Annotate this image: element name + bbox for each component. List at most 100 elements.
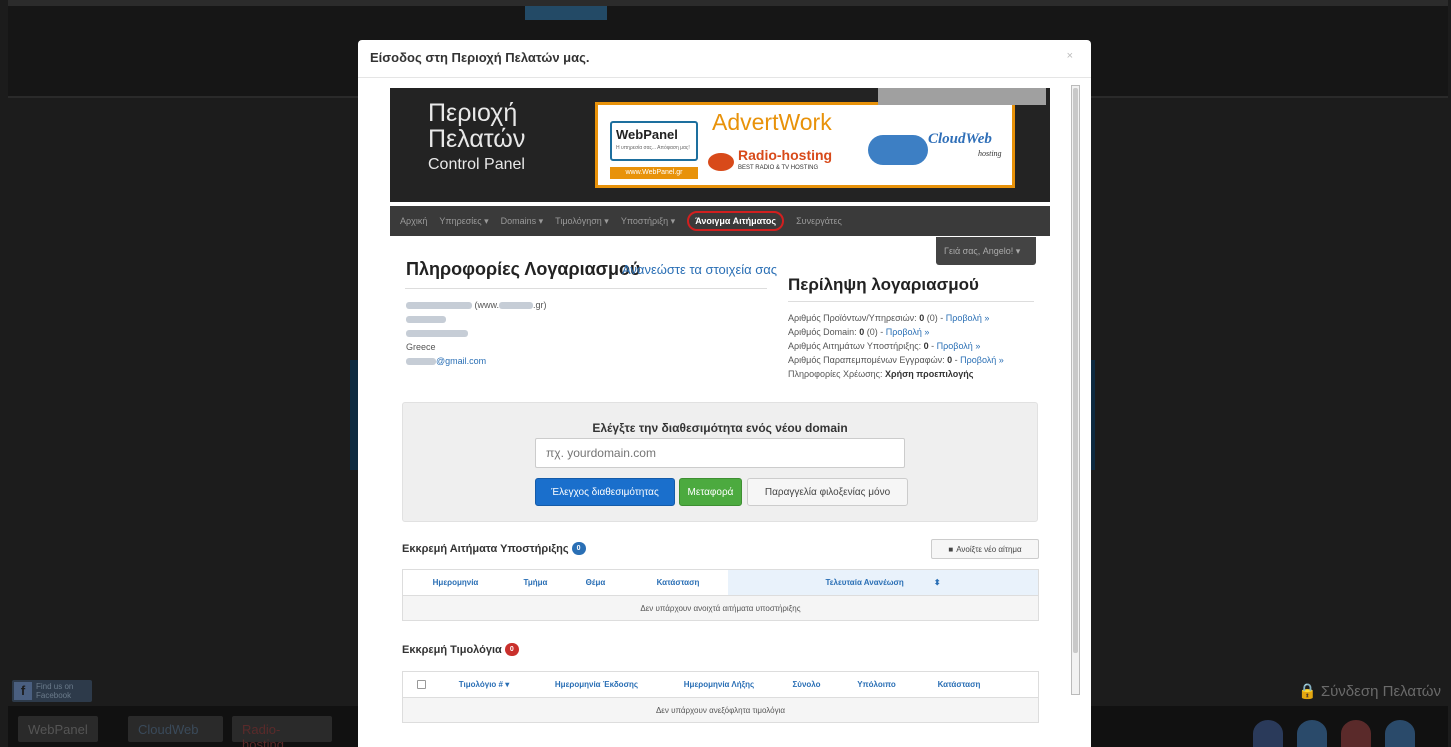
facebook-icon: f — [14, 682, 32, 700]
comment-icon: ■ — [948, 544, 954, 554]
close-icon[interactable]: × — [1067, 50, 1073, 62]
customer-login-link[interactable]: 🔒 Σύνδεση Πελατών — [1298, 682, 1441, 700]
view-tickets-link[interactable]: Προβολή » — [937, 341, 981, 351]
modal-scrollbar[interactable] — [1071, 85, 1080, 695]
invoices-table-header: Τιμολόγιο # ▾ Ημερομηνία Έκδοσης Ημερομη… — [403, 672, 1038, 698]
col-subject[interactable]: Θέμα — [563, 578, 628, 587]
summary-row-tickets: Αριθμός Αιτημάτων Υποστήριξης: 0 - Προβο… — [788, 341, 981, 351]
account-divider — [405, 288, 767, 289]
account-info-title: Πληροφορίες Λογαριασμού — [406, 259, 641, 279]
website-prefix: (www. — [474, 300, 500, 310]
invoices-count-badge: 0 — [504, 643, 519, 656]
summary-row-referrals: Αριθμός Παραπεμπομένων Εγγραφών: 0 - Προ… — [788, 355, 1004, 365]
background-accent — [525, 6, 607, 20]
col-status[interactable]: Κατάσταση — [628, 578, 728, 587]
account-summary-title: Περίληψη λογαριασμού — [788, 275, 979, 294]
client-area-banner: Περιοχή Πελατών Control Panel WebPanel Η… — [390, 88, 1050, 202]
tickets-count-badge: 0 — [571, 542, 586, 555]
domain-search-input[interactable] — [535, 438, 905, 468]
account-country: Greece — [406, 342, 436, 352]
account-address: (www. .gr) Greece @gmail.com — [406, 298, 547, 368]
scrollbar-thumb[interactable] — [1073, 88, 1078, 653]
col-total[interactable]: Σύνολο — [774, 680, 839, 689]
nav-domains[interactable]: Domains ▾ — [501, 216, 544, 227]
summary-row-billing: Πληροφορίες Χρέωσης: Χρήση προεπιλογής — [788, 369, 974, 379]
view-domains-link[interactable]: Προβολή » — [886, 327, 930, 337]
nav-home[interactable]: Αρχική — [400, 216, 427, 226]
col-department[interactable]: Τμήμα — [508, 578, 563, 587]
webpanel-logo: WebPanel Η υπηρεσία σας... Απόφαση μας! — [610, 121, 698, 161]
footer-logo-webpanel[interactable]: WebPanel — [18, 716, 98, 742]
invoices-empty-row: Δεν υπάρχουν ανεξόφλητα τιμολόγια — [403, 698, 1038, 722]
view-products-link[interactable]: Προβολή » — [946, 313, 990, 323]
sort-icon: ⬍ — [933, 578, 941, 587]
facebook-text-bottom: Facebook — [36, 691, 72, 700]
account-summary-list: Αριθμός Προϊόντων/Υπηρεσιών: 0 (0) - Προ… — [788, 311, 1004, 381]
google-plus-icon[interactable] — [1341, 720, 1371, 747]
redacted-city — [406, 330, 468, 338]
nav-billing[interactable]: Τιμολόγηση ▾ — [555, 216, 609, 227]
website-suffix: .gr) — [533, 300, 547, 310]
banner-grey-strip — [878, 88, 1046, 105]
modal-header: Είσοδος στη Περιοχή Πελατών μας. × — [358, 40, 1091, 78]
nav-open-ticket[interactable]: Άνοιγμα Αιτήματος — [687, 211, 785, 231]
modal-title: Είσοδος στη Περιοχή Πελατών μας. — [370, 50, 590, 65]
redacted-name — [406, 302, 472, 310]
facebook-icon[interactable] — [1253, 720, 1283, 747]
col-balance[interactable]: Υπόλοιπο — [839, 680, 914, 689]
select-all-checkbox[interactable] — [416, 680, 426, 689]
cloudweb-logo: CloudWeb — [928, 131, 992, 147]
radiohosting-tagline: BEST RADIO & TV HOSTING — [738, 165, 819, 171]
webpanel-tagline: Η υπηρεσία σας... Απόφαση μας! — [616, 145, 690, 151]
redacted-email — [406, 358, 436, 366]
nav-support[interactable]: Υποστήριξη ▾ — [621, 216, 675, 227]
tickets-table: Ημερομηνία Τμήμα Θέμα Κατάσταση Τελευταί… — [402, 569, 1039, 621]
main-navbar: Αρχική Υπηρεσίες ▾ Domains ▾ Τιμολόγηση … — [390, 206, 1050, 236]
tickets-empty-row: Δεν υπάρχουν ανοιχτά αιτήματα υποστήριξη… — [403, 596, 1038, 620]
user-menu-button[interactable]: Γειά σας, Angelo! ▾ — [936, 237, 1036, 265]
radio-icon — [708, 153, 734, 171]
banner-title-line2: Πελατών — [428, 125, 526, 153]
col-invoice-number[interactable]: Τιμολόγιο # ▾ — [439, 680, 529, 689]
col-issue-date[interactable]: Ημερομηνία Έκδοσης — [529, 680, 664, 689]
tickets-table-header: Ημερομηνία Τμήμα Θέμα Κατάσταση Τελευταί… — [403, 570, 1038, 596]
nav-services[interactable]: Υπηρεσίες ▾ — [439, 216, 488, 227]
pending-invoices-title: Εκκρεμή Τιμολόγια 0 — [402, 643, 519, 656]
brands-logo-panel: WebPanel Η υπηρεσία σας... Απόφαση μας! … — [595, 102, 1015, 188]
transfer-button[interactable]: Μεταφορά — [679, 478, 742, 506]
summary-row-products: Αριθμός Προϊόντων/Υπηρεσιών: 0 (0) - Προ… — [788, 313, 990, 323]
pending-tickets-title: Εκκρεμή Αιτήματα Υποστήριξης 0 — [402, 542, 586, 555]
radiohosting-logo: Radio-hosting — [738, 147, 833, 163]
domain-check-heading: Ελέγξτε την διαθεσιμότητα ενός νέου doma… — [592, 421, 848, 435]
account-email[interactable]: @gmail.com — [436, 356, 486, 366]
twitter-icon[interactable] — [1297, 720, 1327, 747]
invoices-table: Τιμολόγιο # ▾ Ημερομηνία Έκδοσης Ημερομη… — [402, 671, 1039, 723]
view-referrals-link[interactable]: Προβολή » — [960, 355, 1004, 365]
banner-title-line1: Περιοχή — [428, 99, 518, 127]
footer-logo-cloudweb[interactable]: CloudWeb — [128, 716, 223, 742]
col-last-update[interactable]: Τελευταία Ανανέωση ⬍ — [728, 570, 1038, 595]
redacted-domain — [499, 302, 534, 310]
linkedin-icon[interactable] — [1385, 720, 1415, 747]
col-invoice-status[interactable]: Κατάσταση — [914, 680, 1004, 689]
banner-subtitle: Control Panel — [428, 156, 525, 173]
facebook-link[interactable]: f Find us on Facebook — [12, 680, 92, 702]
cloud-icon — [868, 135, 928, 165]
col-due-date[interactable]: Ημερομηνία Λήξης — [664, 680, 774, 689]
summary-divider — [788, 301, 1034, 302]
update-details-link[interactable]: Ανανεώστε τα στοιχεία σας — [622, 262, 777, 277]
facebook-text-top: Find us on — [36, 682, 74, 691]
footer-logo-radiohosting[interactable]: Radio-hosting — [232, 716, 332, 747]
col-date[interactable]: Ημερομηνία — [403, 578, 508, 587]
webpanel-url: www.WebPanel.gr — [610, 167, 698, 179]
advertwork-logo: AdvertWork — [712, 109, 832, 135]
nav-affiliates[interactable]: Συνεργάτες — [796, 216, 842, 226]
order-hosting-button[interactable]: Παραγγελία φιλοξενίας μόνο — [747, 478, 908, 506]
redacted-street — [406, 316, 446, 324]
open-new-ticket-button[interactable]: ■ Ανοίξτε νέο αίτημα — [931, 539, 1039, 559]
check-availability-button[interactable]: Έλεγχος διαθεσιμότητας — [535, 478, 675, 506]
webpanel-name: WebPanel — [616, 127, 678, 142]
summary-row-domains: Αριθμός Domain: 0 (0) - Προβολή » — [788, 327, 930, 337]
modal-body: Περιοχή Πελατών Control Panel WebPanel Η… — [390, 85, 1080, 747]
domain-check-panel: Ελέγξτε την διαθεσιμότητα ενός νέου doma… — [402, 402, 1038, 522]
